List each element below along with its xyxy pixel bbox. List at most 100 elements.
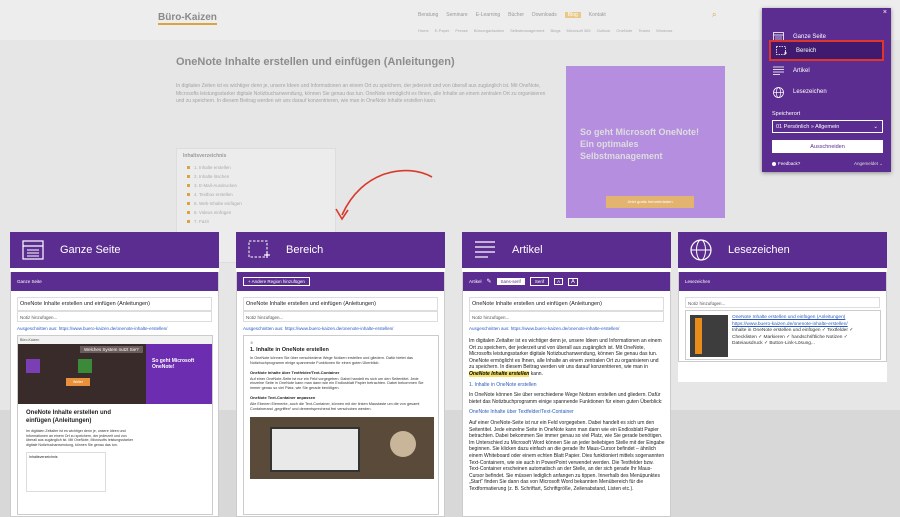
site-subnav-item[interactable]: Büroorganisation [474,28,504,33]
clip-option-bookmark[interactable]: Lesezeichen [762,81,891,103]
note-field[interactable]: Notiz hinzufügen... [685,297,880,308]
decrease-font-button[interactable]: A [554,278,564,285]
site-subnav-item[interactable]: Home [418,28,429,33]
clip-preview: Lesezeichen Notiz hinzufügen... OneNote … [678,272,887,362]
clip-option-label: Artikel [793,68,810,74]
article-paragraph: In OneNote können Sie über verschiedene … [469,392,663,405]
article-icon [472,240,498,260]
note-field[interactable]: Notiz hinzufügen... [469,311,664,322]
preview-mode-bar: Artikel ✎ Sans-serif Serif A A [463,272,670,291]
ad-text: So geht Microsoft OneNote! Ein optimales… [580,127,699,161]
remove-region-icon[interactable]: ⊗ [250,340,432,345]
source-link[interactable]: Ausgeschnitten aus: https://www.buero-ka… [17,326,167,331]
clip-title-field[interactable]: OneNote Inhalte erstellen und einfügen (… [469,297,664,311]
site-subnav-item[interactable]: Windows [656,28,672,33]
preview-text: Im digitalen Zeitalter ist es wichtiger … [26,429,134,447]
page-screenshot: Büro-Kaizen Welches System nutzt Sie? We… [17,335,213,515]
full-page-icon [20,240,46,260]
clip-title-field[interactable]: OneNote Inhalte erstellen und einfügen (… [243,297,438,311]
panel-title: Lesezeichen [728,244,790,256]
region-subheading: OneNote Text-Container anpassen [250,394,316,400]
clip-button[interactable]: Ausschneiden [772,140,883,153]
panel-title: Ganze Seite [60,244,121,256]
panel-full-page: Ganze Seite Ganze Seite OneNote Inhalte … [10,232,219,517]
location-value: 01 Persönlich » Allgemein [776,123,840,130]
region-icon [775,45,787,56]
location-select[interactable]: 01 Persönlich » Allgemein ⌄ [772,120,883,133]
site-nav-item[interactable]: Beratung [418,12,438,18]
sans-serif-button[interactable]: Sans-serif [496,278,525,285]
preview-hero: Welches System nutzt Sie? Weiter So geht… [18,344,212,404]
site-subnav-item[interactable]: Outlook [597,28,611,33]
toc-item[interactable]: 1. Inhalte erstellen [177,163,335,172]
site-nav-item[interactable]: Bücher [508,12,524,18]
panel-title: Bereich [286,244,324,256]
clip-preview: Ganze Seite OneNote Inhalte erstellen un… [10,272,219,517]
search-icon[interactable]: ⌕ [712,10,716,20]
panel-region: Bereich + Andere Region hinzufügen OneNo… [236,232,445,517]
toc-item[interactable]: 2. Inhalte löschen [177,172,335,181]
bookmark-thumbnail [690,315,728,357]
clip-option-label: Lesezeichen [793,89,827,95]
article-text: Im digitalen Zeitalter ist es wichtiger … [469,338,665,492]
add-region-button[interactable]: + Andere Region hinzufügen [243,277,310,286]
panel-header: Lesezeichen [678,232,887,268]
panel-title: Artikel [512,244,543,256]
site-nav: Beratung Seminare E-Learning Bücher Down… [418,12,606,18]
article-link[interactable]: OneNote Inhalte über Textfelder/Text-Con… [469,409,665,416]
site-subnav-item[interactable]: Selbstmanagement [510,28,544,33]
serif-button[interactable]: Serif [529,277,550,286]
location-label: Speicherort [772,111,801,117]
region-photo [250,416,434,479]
preview-content: OneNote Inhalte erstellen und einfügen (… [18,404,212,498]
site-nav-item[interactable]: Seminare [446,12,467,18]
preview-banner: Welches System nutzt Sie? [80,346,143,353]
site-nav-item[interactable]: Kontakt [589,12,606,18]
note-field[interactable]: Notiz hinzufügen... [17,311,212,322]
site-subnav-item[interactable]: Presse [455,28,467,33]
toc-item[interactable]: 4. Textbox erstellen [177,190,335,199]
source-link[interactable]: Ausgeschnitten aus: https://www.buero-ka… [243,326,393,331]
site-subnav-item[interactable]: OneNote [616,28,632,33]
note-field[interactable]: Notiz hinzufügen... [243,311,438,322]
close-icon[interactable]: × [883,9,887,16]
chevron-down-icon: ⌄ [873,123,878,130]
increase-font-button[interactable]: A [568,277,578,286]
feedback-link[interactable]: Feedback? [772,161,800,166]
preview-heading: OneNote Inhalte erstellen und einfügen (… [26,410,112,424]
ad-banner[interactable]: So geht Microsoft OneNote! Ein optimales… [566,66,725,218]
evernote-icon [78,359,92,373]
clip-preview: Artikel ✎ Sans-serif Serif A A OneNote I… [462,272,671,517]
article-link[interactable]: 1. Inhalte in OneNote erstellen [469,382,665,389]
site-nav-item-active[interactable]: Blog [564,12,581,18]
preview-site-header: Büro-Kaizen [18,336,212,344]
site-subnav-item[interactable]: Teams [638,28,650,33]
toc-item[interactable]: 5. Web-Inhalte einfügen [177,199,335,208]
toc-item[interactable]: 6. Videos einfügen [177,208,335,217]
site-nav-item[interactable]: E-Learning [476,12,500,18]
clip-title-field[interactable]: OneNote Inhalte erstellen und einfügen (… [17,297,212,311]
bookmark-details: OneNote Inhalte erstellen und einfügen (… [732,315,878,348]
toc-item[interactable]: 3. E-Mail-Ausdrucken [177,181,335,190]
ad-button[interactable]: Jetzt gratis herunterladen [606,196,694,208]
pointer-arrow-icon [335,169,433,221]
site-subnav-item[interactable]: E-Paper [435,28,450,33]
article-mode-label: Artikel [469,279,482,284]
clip-option-article[interactable]: Artikel [762,60,891,82]
onenote-icon [26,359,40,373]
preview-button: Weiter [66,378,90,386]
toc-item[interactable]: 7. Fazit [177,217,335,226]
bookmark-card[interactable]: OneNote Inhalte erstellen und einfügen (… [685,310,881,360]
account-status[interactable]: Angemeldet ⌄ [854,161,883,167]
site-subnav-item[interactable]: Blogs [551,28,561,33]
highlighter-icon[interactable]: ✎ [487,278,492,285]
site-nav-item[interactable]: Downloads [532,12,557,18]
source-link[interactable]: Ausgeschnitten aus: https://www.buero-ka… [469,326,619,331]
toc-title: Inhaltsverzeichnis [183,153,227,159]
highlighted-text: OneNote Inhalte erstellen [469,370,530,377]
region-heading: 1. Inhalte in OneNote erstellen [250,347,329,353]
site-subnav-item[interactable]: Microsoft 365 [567,28,591,33]
clip-option-region[interactable]: Bereich [769,40,884,61]
region-text: In OneNote können Sie über verschiedene … [250,356,413,365]
web-clipper-popup: × Ganze Seite Bereich Artikel Lesezeiche… [762,8,891,172]
